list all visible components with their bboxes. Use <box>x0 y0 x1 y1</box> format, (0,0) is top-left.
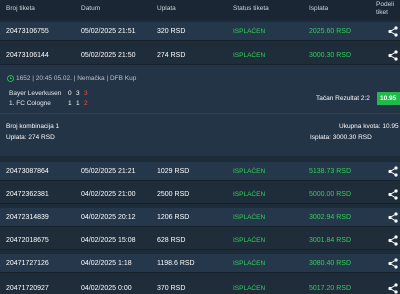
ticket-amount: 1198.6 RSD <box>157 260 195 267</box>
ticket-date: 05/02/2025 21:51 <box>81 28 136 35</box>
away-score-1: 1 <box>68 100 72 107</box>
ticket-payout: 3002.94 RSD <box>309 214 352 221</box>
odd-badge: 10.95 <box>377 92 400 105</box>
ticket-date: 04/02/2025 1:18 <box>81 260 132 267</box>
ticket-payout: 5138.73 RSD <box>309 168 352 175</box>
ticket-payout: 2025.60 RSD <box>309 28 352 35</box>
ticket-amount: 628 RSD <box>157 237 186 244</box>
header-ticket-id: Broj tiketa <box>6 5 35 12</box>
status-badge: ISPLAĆEN <box>233 191 266 198</box>
ticket-amount: 2500 RSD <box>157 191 190 198</box>
table-row[interactable]: 20473106144 05/02/2025 21:50 274 RSD ISP… <box>0 46 400 65</box>
share-icon[interactable] <box>388 50 398 61</box>
ticket-amount: 370 RSD <box>157 285 186 292</box>
combinations-count: Broj kombinacija 1 <box>6 123 60 130</box>
table-row[interactable]: 20473087864 05/02/2025 21:21 1029 RSD IS… <box>0 162 400 181</box>
ticket-id: 20472314839 <box>6 214 49 221</box>
ticket-id: 20471727126 <box>6 260 49 267</box>
share-icon[interactable] <box>388 258 398 269</box>
ticket-date: 04/02/2025 15:08 <box>81 237 136 244</box>
table-row[interactable]: 20472018675 04/02/2025 15:08 628 RSD ISP… <box>0 231 400 250</box>
total-odd: Ukupna kvota: 10.95 <box>339 123 399 130</box>
away-score-3: 2 <box>84 100 88 107</box>
header-share-line1: Podeli <box>376 1 395 8</box>
home-team: Bayer Leverkusen <box>9 90 62 97</box>
table-header: Broj tiketa Datum Uplata Status tiketa I… <box>0 0 400 20</box>
ticket-id: 20473106755 <box>6 28 49 35</box>
ticket-amount: 274 RSD <box>157 52 186 59</box>
ticket-id: 20471720927 <box>6 285 49 292</box>
status-badge: ISPLAĆEN <box>233 214 266 221</box>
ticket-date: 05/02/2025 21:50 <box>81 52 136 59</box>
status-badge: ISPLAĆEN <box>233 28 266 35</box>
away-team: 1. FC Cologne <box>9 100 51 107</box>
ticket-amount: 1029 RSD <box>157 168 190 175</box>
ticket-detail-panel: 1652 | 20:45 05.02. | Nemačka | DFB Kup … <box>0 65 400 156</box>
stake-summary: Uplata: 274 RSD <box>6 134 55 141</box>
match-info-text: 1652 | 20:45 05.02. | Nemačka | DFB Kup <box>16 75 137 83</box>
ticket-payout: 3001.84 RSD <box>309 237 352 244</box>
ticket-id: 20472362381 <box>6 191 49 198</box>
share-icon[interactable] <box>388 283 398 294</box>
header-payout: Isplata <box>309 5 329 12</box>
ticket-payout: 5017.20 RSD <box>309 285 352 292</box>
ticket-id: 20473087864 <box>6 168 49 175</box>
table-row[interactable]: 20472314839 04/02/2025 20:12 1206 RSD IS… <box>0 208 400 227</box>
away-score-2: 1 <box>76 100 80 107</box>
ticket-payout: 3000.30 RSD <box>309 52 352 59</box>
share-icon[interactable] <box>388 26 398 37</box>
home-score-1: 0 <box>68 90 72 97</box>
ticket-date: 04/02/2025 21:00 <box>81 191 136 198</box>
status-badge: ISPLAĆEN <box>233 52 266 59</box>
home-score-2: 3 <box>76 90 80 97</box>
share-icon[interactable] <box>388 166 398 177</box>
ticket-amount: 320 RSD <box>157 28 186 35</box>
divider <box>0 113 400 114</box>
share-icon[interactable] <box>388 212 398 223</box>
status-badge: ISPLAĆEN <box>233 285 266 292</box>
ticket-payout: 3080.40 RSD <box>309 260 352 267</box>
header-status: Status tiketa <box>233 5 269 12</box>
status-badge: ISPLAĆEN <box>233 168 266 175</box>
ticket-amount: 1206 RSD <box>157 214 190 221</box>
header-share: Podeli tiket <box>376 1 394 17</box>
header-share-line2: tiket <box>376 9 388 16</box>
home-score-3: 3 <box>84 90 88 97</box>
ticket-date: 05/02/2025 21:21 <box>81 168 136 175</box>
ticket-id: 20472018675 <box>6 237 49 244</box>
table-row[interactable]: 20473106755 05/02/2025 21:51 320 RSD ISP… <box>0 22 400 41</box>
ticket-payout: 5000.00 RSD <box>309 191 352 198</box>
header-date: Datum <box>81 5 101 12</box>
table-row[interactable]: 20471727126 04/02/2025 1:18 1198.6 RSD I… <box>0 254 400 273</box>
table-row[interactable]: 20472362381 04/02/2025 21:00 2500 RSD IS… <box>0 185 400 204</box>
ticket-date: 04/02/2025 20:12 <box>81 214 136 221</box>
bet-tip: Tačan Rezultat 2:2 <box>316 95 370 102</box>
share-icon[interactable] <box>388 235 398 246</box>
ticket-date: 04/02/2025 0:00 <box>81 285 132 292</box>
payout-summary: Isplata: 3000.30 RSD <box>310 134 372 141</box>
header-amount: Uplata <box>157 5 176 12</box>
table-row[interactable]: 20471720927 04/02/2025 0:00 370 RSD ISPL… <box>0 277 400 294</box>
share-icon[interactable] <box>388 189 398 200</box>
clock-icon <box>7 75 14 82</box>
ticket-id: 20473106144 <box>6 52 49 59</box>
match-info: 1652 | 20:45 05.02. | Nemačka | DFB Kup <box>7 75 136 82</box>
status-badge: ISPLAĆEN <box>233 237 266 244</box>
status-badge: ISPLAĆEN <box>233 260 266 267</box>
